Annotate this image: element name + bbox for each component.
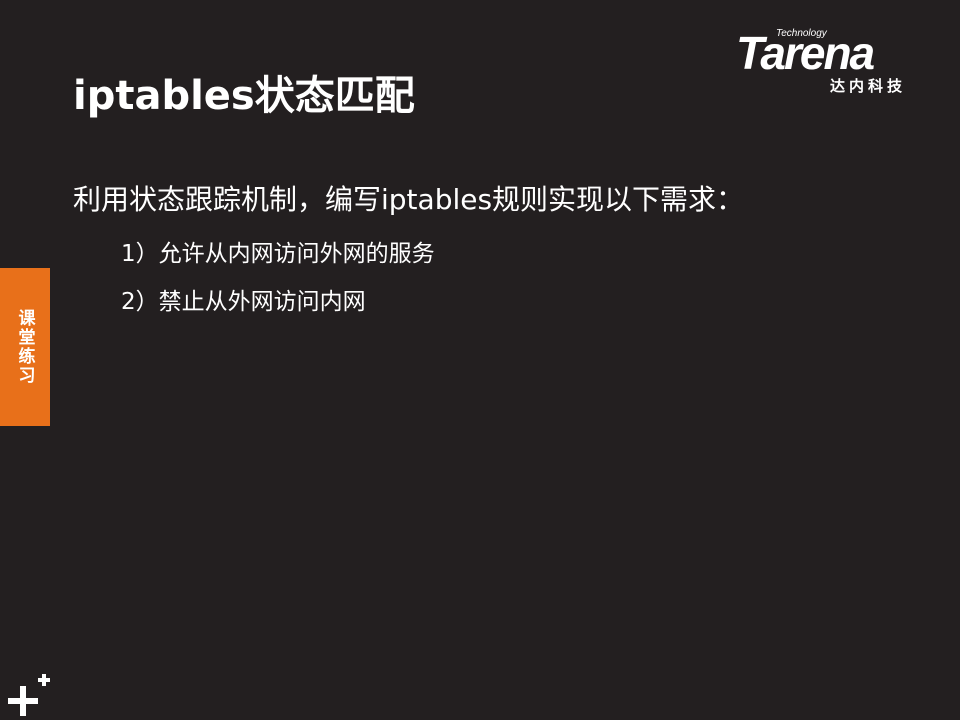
requirement-item: 1）允许从内网访问外网的服务: [121, 241, 435, 267]
plus-plus-icon: [8, 674, 50, 716]
side-tab-label: 课堂练习: [14, 309, 35, 385]
slide-title: iptables状态匹配: [73, 73, 415, 119]
logo-subtitle: 达内科技: [830, 77, 907, 95]
requirements-list: 1）允许从内网访问外网的服务 2）禁止从外网访问内网: [121, 230, 435, 326]
requirement-item: 2）禁止从外网访问内网: [121, 289, 366, 315]
logo-brand-text: Tarena: [736, 27, 875, 79]
intro-text: 利用状态跟踪机制，编写iptables规则实现以下需求：: [73, 183, 745, 216]
side-tab-exercise: 课堂练习: [0, 268, 50, 426]
tarena-logo: Technology Tarena 达内科技: [736, 26, 936, 96]
